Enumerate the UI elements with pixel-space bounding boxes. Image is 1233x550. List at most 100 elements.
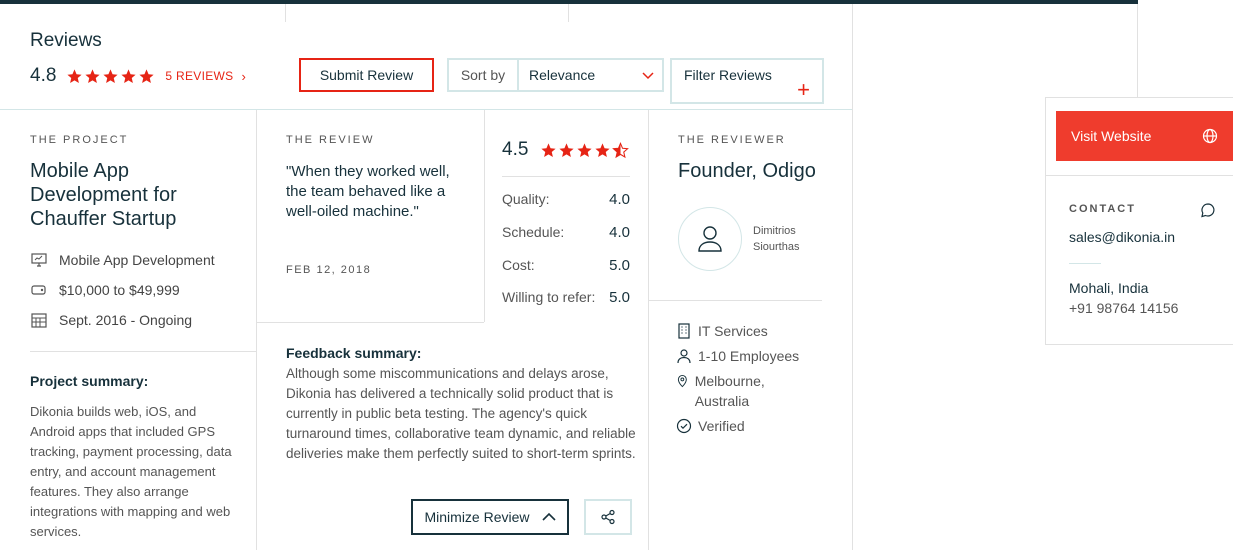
score-label: Quality: [502, 191, 550, 207]
contact-divider [1069, 263, 1101, 264]
filter-reviews-button[interactable]: Filter Reviews + [670, 58, 824, 104]
sort-dropdown[interactable]: Sort by Relevance [447, 58, 664, 92]
review-section-label: THE REVIEW [286, 134, 375, 146]
review-overall-value: 4.5 [502, 139, 529, 160]
project-title: Mobile App Development for Chauffer Star… [30, 160, 177, 230]
star-half-icon [612, 141, 630, 158]
project-budget-text: $10,000 to $49,999 [59, 282, 180, 298]
visit-website-label: Visit Website [1071, 128, 1152, 144]
score-schedule: Schedule: 4.0 [502, 224, 630, 241]
calendar-icon [31, 313, 47, 328]
project-section-label: THE PROJECT [30, 134, 129, 146]
share-button[interactable] [584, 499, 632, 535]
overall-rating-value: 4.8 [30, 65, 57, 86]
chevron-right-icon[interactable]: › [241, 69, 245, 84]
reviewer-section-label: THE REVIEWER [678, 134, 786, 146]
score-label: Schedule: [502, 224, 565, 240]
project-budget: $10,000 to $49,999 [30, 281, 180, 299]
project-summary-text: Dikonia builds web, iOS, and Android app… [30, 404, 232, 539]
minimize-review-button[interactable]: Minimize Review [411, 499, 569, 535]
avatar [678, 207, 742, 271]
people-icon [677, 349, 691, 364]
reviewer-location-text: Melbourne, Australia [694, 373, 765, 409]
star-icon [85, 68, 101, 83]
panel-border [1137, 4, 1138, 97]
visit-website-button[interactable]: Visit Website [1056, 111, 1233, 161]
reviews-count-link[interactable]: 5 REVIEWS [165, 69, 233, 83]
reviewer-name: Dimitrios Siourthas [753, 225, 800, 253]
contact-email-link[interactable]: sales@dikonia.in [1069, 229, 1175, 245]
building-icon [678, 323, 690, 339]
submit-review-button[interactable]: Submit Review [299, 58, 434, 92]
location-pin-icon [677, 374, 687, 388]
score-label: Willing to refer: [502, 289, 596, 305]
section-divider [30, 351, 256, 352]
column-divider [648, 110, 649, 550]
check-circle-icon [676, 418, 692, 434]
contact-label: CONTACT [1069, 203, 1136, 215]
card-divider [1046, 175, 1233, 176]
sort-selected-value: Relevance [529, 67, 596, 83]
project-service: Mobile App Development [30, 251, 215, 269]
header-divider [0, 109, 852, 110]
filter-reviews-label: Filter Reviews [684, 67, 772, 83]
monitor-icon [31, 253, 47, 267]
section-divider [649, 300, 822, 301]
section-divider [257, 322, 484, 323]
reviewer-verified-text: Verified [698, 418, 745, 434]
project-dates: Sept. 2016 - Ongoing [30, 311, 192, 329]
reviewer-industry: IT Services [676, 321, 768, 341]
star-icon [121, 68, 137, 83]
contact-location: Mohali, India [1069, 280, 1149, 296]
star-icon [139, 68, 155, 83]
star-icon [577, 142, 593, 157]
share-icon [601, 509, 615, 525]
top-divider [568, 4, 569, 22]
minimize-review-label: Minimize Review [424, 509, 530, 525]
sort-select[interactable]: Relevance [519, 60, 662, 90]
reviewer-verified: Verified [676, 416, 745, 436]
column-divider [256, 110, 257, 550]
chat-icon[interactable] [1200, 202, 1216, 218]
reviewer-title: Founder, Odigo [678, 160, 816, 182]
review-quote: "When they worked well, the team behaved… [286, 163, 450, 220]
score-value: 5.0 [609, 257, 630, 274]
review-date: FEB 12, 2018 [286, 264, 372, 276]
star-icon [541, 142, 557, 157]
user-icon [698, 226, 722, 252]
reviewer-location: Melbourne, Australia [676, 371, 796, 411]
score-label: Cost: [502, 257, 535, 273]
score-willing-to-refer: Willing to refer: 5.0 [502, 289, 630, 306]
top-divider [285, 4, 286, 22]
reviewer-industry-text: IT Services [698, 323, 768, 339]
score-cost: Cost: 5.0 [502, 257, 630, 274]
reviewer-company-size-text: 1-10 Employees [698, 348, 800, 364]
column-divider [484, 110, 485, 322]
chevron-down-icon [642, 72, 654, 80]
section-divider [502, 176, 630, 177]
rating-stars [540, 141, 630, 159]
project-summary-title: Project summary: [30, 373, 149, 389]
contact-phone: +91 98764 14156 [1069, 300, 1179, 316]
project-service-text: Mobile App Development [59, 252, 215, 268]
score-value: 4.0 [609, 224, 630, 241]
panel-border [852, 4, 853, 550]
reviewer-company-size: 1-10 Employees [676, 346, 799, 366]
score-quality: Quality: 4.0 [502, 191, 630, 208]
star-icon [559, 142, 575, 157]
plus-icon: + [797, 77, 810, 102]
top-accent-bar [0, 0, 1138, 4]
tag-icon [31, 285, 46, 295]
rating-stars [66, 68, 155, 85]
score-value: 4.0 [609, 191, 630, 208]
overall-rating: 4.8 5 REVIEWS › [30, 65, 246, 87]
chevron-up-icon [541, 512, 556, 521]
review-overall-rating: 4.5 [502, 139, 630, 161]
globe-icon [1202, 128, 1218, 144]
star-icon [67, 68, 83, 83]
star-icon [103, 68, 119, 83]
feedback-summary-title: Feedback summary: [286, 345, 422, 361]
score-value: 5.0 [609, 289, 630, 306]
feedback-summary-text: Although some miscommunications and dela… [286, 366, 636, 461]
sort-label: Sort by [449, 60, 519, 90]
